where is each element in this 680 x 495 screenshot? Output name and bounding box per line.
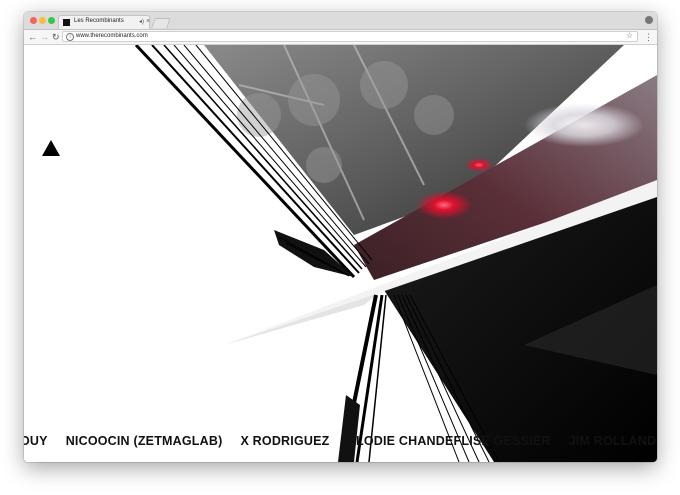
bookmark-star-icon[interactable]: ☆ (626, 31, 633, 40)
artist-link[interactable]: ELODIE CHANDEFLISE GESSIER (347, 434, 550, 448)
browser-toolbar: ← → ↻ i www.therecombinants.com ☆ ⋮ (24, 30, 657, 45)
profile-icon[interactable] (645, 16, 653, 24)
speaker-icon[interactable]: ◂) (139, 18, 144, 25)
reload-button[interactable]: ↻ (52, 31, 60, 43)
artist-ticker: OUY NICOOCIN (ZETMAGLAB) X RODRIGUEZ ELODIE… (24, 432, 657, 454)
forward-button[interactable]: → (40, 31, 49, 43)
artist-link[interactable]: OUY (24, 434, 48, 448)
window-close-button[interactable] (30, 17, 37, 24)
webgl-scene-artwork (134, 45, 657, 462)
site-info-icon[interactable]: i (66, 33, 74, 41)
browser-menu-icon[interactable]: ⋮ (644, 31, 653, 43)
tab-les-recombinants[interactable]: Les Recombinants ◂) × (58, 15, 150, 29)
new-tab-button[interactable] (151, 18, 171, 28)
address-bar[interactable]: i www.therecombinants.com ☆ (62, 31, 638, 42)
play-triangle-icon[interactable] (42, 140, 60, 156)
page-viewport: OUY NICOOCIN (ZETMAGLAB) X RODRIGUEZ ELODIE… (24, 45, 657, 462)
artist-link[interactable]: X RODRIGUEZ (240, 434, 329, 448)
favicon-icon (63, 19, 70, 26)
window-maximize-button[interactable] (48, 17, 55, 24)
url-text[interactable]: www.therecombinants.com (76, 33, 148, 39)
tab-strip: Les Recombinants ◂) × (24, 12, 657, 30)
artist-link[interactable]: JIM ROLLAND (569, 434, 657, 448)
back-button[interactable]: ← (28, 31, 37, 43)
artist-ticker-track: OUY NICOOCIN (ZETMAGLAB) X RODRIGUEZ ELODIE… (24, 434, 657, 448)
tab-close-icon[interactable]: × (146, 17, 150, 26)
browser-window: Les Recombinants ◂) × ← → ↻ i www.therec… (24, 12, 657, 462)
window-minimize-button[interactable] (39, 17, 46, 24)
artist-link[interactable]: NICOOCIN (ZETMAGLAB) (66, 434, 223, 448)
tab-title: Les Recombinants (74, 18, 124, 24)
